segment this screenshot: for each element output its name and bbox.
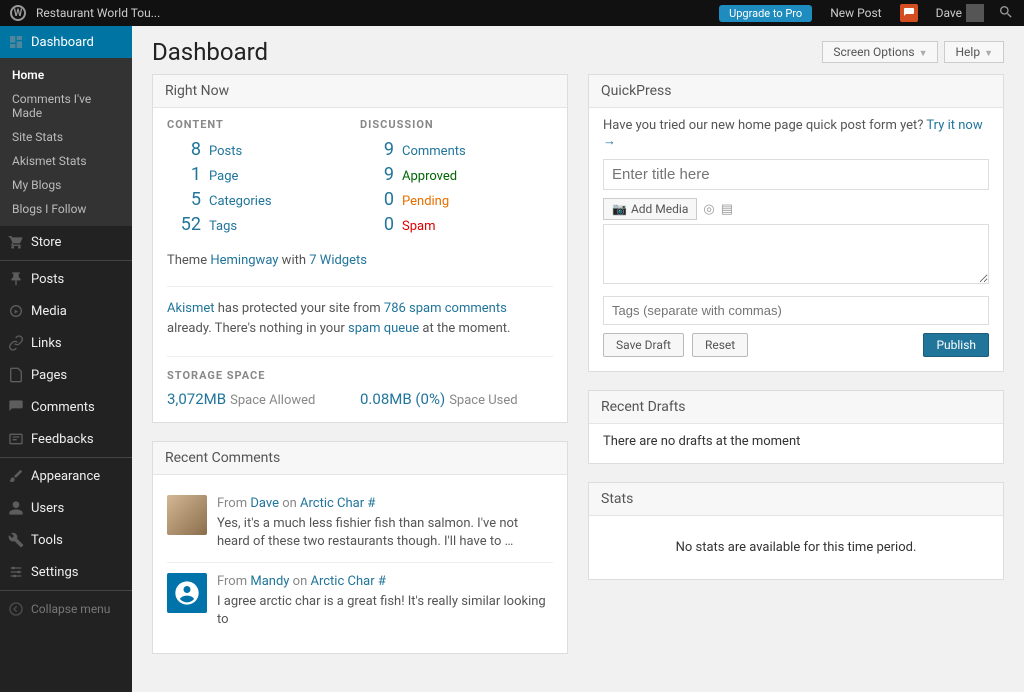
menu-links[interactable]: Links xyxy=(0,327,132,359)
media-icon xyxy=(8,303,24,319)
pin-icon xyxy=(8,271,24,287)
menu-pages[interactable]: Pages xyxy=(0,359,132,391)
menu-dashboard[interactable]: Dashboard xyxy=(0,26,132,58)
akismet-link[interactable]: Akismet xyxy=(167,301,215,316)
wrench-icon xyxy=(8,532,24,548)
camera-icon: 📷 xyxy=(612,202,627,216)
submenu-akismet[interactable]: Akismet Stats xyxy=(0,149,132,173)
submenu-home[interactable]: Home xyxy=(0,63,132,87)
akismet-line: Akismet has protected your site from 786… xyxy=(167,299,553,338)
menu-feedbacks[interactable]: Feedbacks xyxy=(0,423,132,455)
spam-count-link[interactable]: 786 spam comments xyxy=(384,301,507,316)
submenu-my-blogs[interactable]: My Blogs xyxy=(0,173,132,197)
stats-empty: No stats are available for this time per… xyxy=(676,540,917,555)
right-now-box: Right Now CONTENT 8Posts1Page5Categories… xyxy=(152,74,568,423)
user-name[interactable]: Dave xyxy=(936,6,962,20)
stats-box: Stats No stats are available for this ti… xyxy=(588,482,1004,580)
page-icon xyxy=(8,367,24,383)
recent-comments-box: Recent Comments From Dave on Arctic Char… xyxy=(152,441,568,654)
notifications-icon[interactable] xyxy=(900,4,918,22)
user-avatar[interactable] xyxy=(966,4,984,22)
rn-discussion-row[interactable]: 0Pending xyxy=(360,189,553,210)
theme-line: Theme Hemingway with 7 Widgets xyxy=(167,253,553,268)
menu-dashboard-label: Dashboard xyxy=(31,35,94,50)
screen-options-button[interactable]: Screen Options▼ xyxy=(822,41,938,63)
reset-button[interactable]: Reset xyxy=(692,333,748,357)
media-icon-1[interactable]: ◎ xyxy=(703,202,714,217)
dashboard-icon xyxy=(8,34,24,50)
user-icon xyxy=(8,500,24,516)
menu-media[interactable]: Media xyxy=(0,295,132,327)
rn-content-row[interactable]: 8Posts xyxy=(167,139,360,160)
rn-content-row[interactable]: 52Tags xyxy=(167,214,360,235)
tags-input[interactable] xyxy=(603,296,989,325)
rn-discussion-row[interactable]: 9Comments xyxy=(360,139,553,160)
quickpress-title: QuickPress xyxy=(589,75,1003,108)
comment-icon xyxy=(8,399,24,415)
media-icon-2[interactable]: ▤ xyxy=(721,202,733,217)
comment-avatar xyxy=(167,573,207,613)
comment-avatar xyxy=(167,495,207,535)
site-title[interactable]: Restaurant World Tou... xyxy=(36,6,160,20)
rn-discussion-row[interactable]: 9Approved xyxy=(360,164,553,185)
storage-allowed[interactable]: 3,072MB xyxy=(167,390,226,408)
widgets-link[interactable]: 7 Widgets xyxy=(309,253,367,268)
upgrade-button[interactable]: Upgrade to Pro xyxy=(719,5,812,22)
menu-store[interactable]: Store xyxy=(0,226,132,258)
comment-post[interactable]: Arctic Char # xyxy=(300,496,375,511)
right-now-title: Right Now xyxy=(153,75,567,108)
menu-appearance[interactable]: Appearance xyxy=(0,460,132,492)
menu-tools[interactable]: Tools xyxy=(0,524,132,556)
feedback-icon xyxy=(8,431,24,447)
spam-queue-link[interactable]: spam queue xyxy=(348,321,419,336)
dashboard-submenu: Home Comments I've Made Site Stats Akism… xyxy=(0,58,132,226)
publish-button[interactable]: Publish xyxy=(923,333,989,357)
settings-icon xyxy=(8,564,24,580)
comment-item: From Mandy on Arctic Char #I agree arcti… xyxy=(167,563,553,640)
comment-author[interactable]: Dave xyxy=(250,496,279,511)
submenu-comments-made[interactable]: Comments I've Made xyxy=(0,87,132,125)
rn-discussion-row[interactable]: 0Spam xyxy=(360,214,553,235)
page-title: Dashboard xyxy=(152,38,816,66)
menu-posts[interactable]: Posts xyxy=(0,263,132,295)
admin-sidebar: Dashboard Home Comments I've Made Site S… xyxy=(0,26,132,692)
wordpress-logo-icon[interactable]: W xyxy=(10,5,26,21)
quickpress-box: QuickPress Have you tried our new home p… xyxy=(588,74,1004,372)
admin-topbar: W Restaurant World Tou... Upgrade to Pro… xyxy=(0,0,1024,26)
collapse-icon xyxy=(8,601,24,617)
comment-post[interactable]: Arctic Char # xyxy=(310,574,385,589)
post-title-input[interactable] xyxy=(603,159,989,190)
brush-icon xyxy=(8,468,24,484)
rn-content-row[interactable]: 5Categories xyxy=(167,189,360,210)
new-post-link[interactable]: New Post xyxy=(830,6,881,20)
link-icon xyxy=(8,335,24,351)
add-media-button[interactable]: 📷Add Media xyxy=(603,198,697,220)
rn-content-row[interactable]: 1Page xyxy=(167,164,360,185)
stats-title: Stats xyxy=(589,483,1003,516)
storage-used[interactable]: 0.08MB (0%) xyxy=(360,390,445,408)
theme-link[interactable]: Hemingway xyxy=(210,253,278,268)
recent-drafts-title: Recent Drafts xyxy=(589,391,1003,424)
save-draft-button[interactable]: Save Draft xyxy=(603,333,684,357)
help-button[interactable]: Help▼ xyxy=(944,41,1004,63)
comment-author[interactable]: Mandy xyxy=(250,574,289,589)
collapse-menu[interactable]: Collapse menu xyxy=(0,593,132,625)
recent-drafts-box: Recent Drafts There are no drafts at the… xyxy=(588,390,1004,464)
submenu-site-stats[interactable]: Site Stats xyxy=(0,125,132,149)
post-content-textarea[interactable] xyxy=(603,224,989,284)
cart-icon xyxy=(8,234,24,250)
comment-item: From Dave on Arctic Char #Yes, it's a mu… xyxy=(167,485,553,563)
recent-comments-title: Recent Comments xyxy=(153,442,567,475)
menu-users[interactable]: Users xyxy=(0,492,132,524)
search-icon[interactable] xyxy=(998,4,1024,23)
menu-comments[interactable]: Comments xyxy=(0,391,132,423)
menu-settings[interactable]: Settings xyxy=(0,556,132,588)
submenu-blogs-follow[interactable]: Blogs I Follow xyxy=(0,197,132,221)
drafts-empty: There are no drafts at the moment xyxy=(603,434,800,449)
